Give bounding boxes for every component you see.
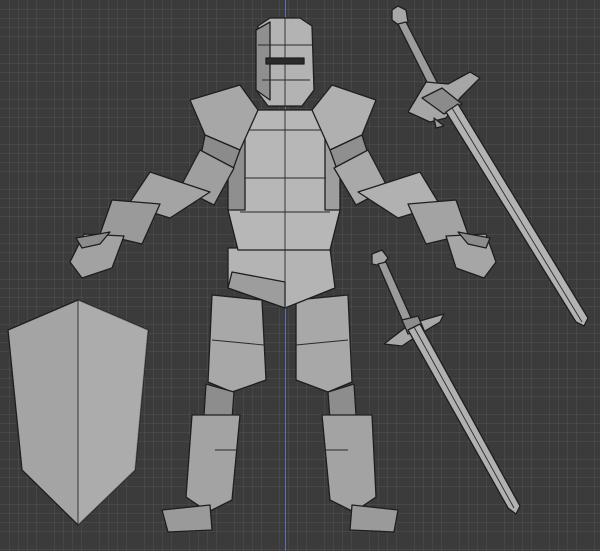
right-arm[interactable]: [333, 149, 497, 279]
scene-canvas: [7, 5, 589, 533]
kite-shield[interactable]: [7, 299, 149, 526]
helmet[interactable]: [255, 17, 315, 107]
left-arm[interactable]: [69, 149, 235, 279]
longsword[interactable]: [371, 249, 521, 515]
right-leg[interactable]: [295, 294, 399, 533]
left-leg[interactable]: [161, 294, 267, 533]
3d-viewport[interactable]: [0, 0, 600, 551]
greatsword[interactable]: [391, 5, 589, 327]
